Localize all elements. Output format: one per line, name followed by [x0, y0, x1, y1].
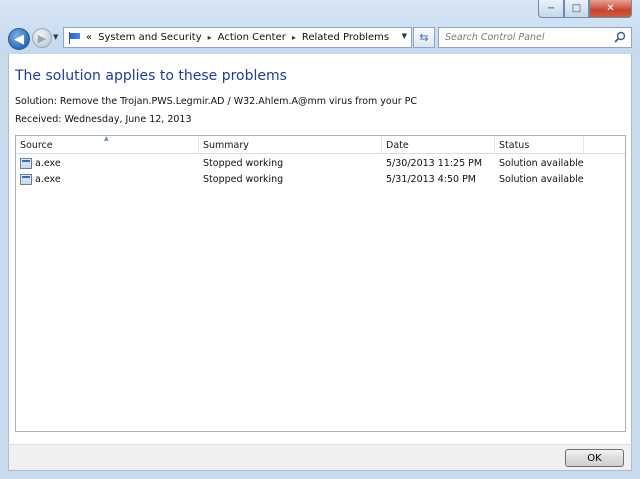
column-header-summary[interactable]: Summary: [199, 136, 382, 154]
source-text: a.exe: [35, 173, 61, 185]
solution-text: Solution: Remove the Trojan.PWS.Legmir.A…: [15, 96, 418, 107]
page-title: The solution applies to these problems: [15, 68, 287, 84]
problems-list[interactable]: ▲ Source Summary Date Status a.exe Stopp…: [15, 135, 626, 432]
breadcrumb-separator-icon[interactable]: ▸: [292, 33, 296, 42]
table-row[interactable]: a.exe Stopped working 5/31/2013 4:50 PM …: [16, 171, 625, 187]
search-icon[interactable]: [614, 31, 626, 43]
status-cell: Solution available: [499, 173, 584, 185]
received-date: Received: Wednesday, June 12, 2013: [15, 114, 192, 125]
recent-pages-dropdown-icon[interactable]: ▼: [53, 33, 58, 41]
application-icon: [20, 173, 32, 185]
dialog-footer: OK: [8, 444, 632, 471]
breadcrumb-related-problems[interactable]: Related Problems: [302, 32, 389, 43]
refresh-button[interactable]: ⇆: [413, 27, 435, 48]
minimize-button[interactable]: −: [538, 0, 564, 18]
search-box[interactable]: [438, 27, 632, 48]
action-center-flag-icon: [68, 31, 82, 44]
source-text: a.exe: [35, 157, 61, 169]
column-label: Summary: [203, 139, 249, 151]
back-button[interactable]: ◀: [8, 28, 30, 50]
column-header-status[interactable]: Status: [495, 136, 584, 154]
search-input[interactable]: [445, 32, 610, 43]
table-row[interactable]: a.exe Stopped working 5/30/2013 11:25 PM…: [16, 155, 625, 171]
status-cell: Solution available: [499, 157, 584, 169]
ok-button[interactable]: OK: [565, 449, 624, 467]
window-controls: − □ ✕: [538, 0, 632, 18]
list-header: ▲ Source Summary Date Status: [16, 135, 625, 154]
column-label: Status: [499, 139, 530, 151]
application-icon: [20, 157, 32, 169]
address-dropdown-icon[interactable]: ▼: [402, 32, 407, 40]
summary-cell: Stopped working: [203, 157, 284, 169]
source-cell: a.exe: [16, 171, 199, 187]
summary-cell: Stopped working: [203, 173, 284, 185]
maximize-button[interactable]: □: [564, 0, 589, 18]
breadcrumb-overflow[interactable]: «: [86, 32, 92, 43]
breadcrumb-system-and-security[interactable]: System and Security: [98, 32, 202, 43]
column-header-source[interactable]: ▲ Source: [16, 135, 199, 154]
date-cell: 5/31/2013 4:50 PM: [386, 173, 477, 185]
source-cell: a.exe: [16, 155, 199, 171]
column-label: Date: [386, 139, 409, 151]
content-pane: The solution applies to these problems S…: [8, 54, 632, 444]
breadcrumb-action-center[interactable]: Action Center: [218, 32, 286, 43]
column-header-date[interactable]: Date: [382, 136, 495, 154]
sort-ascending-icon: ▲: [104, 135, 109, 142]
date-cell: 5/30/2013 11:25 PM: [386, 157, 483, 169]
column-label: Source: [20, 139, 53, 151]
address-bar[interactable]: « System and Security ▸ Action Center ▸ …: [63, 27, 412, 48]
close-button[interactable]: ✕: [589, 0, 632, 18]
breadcrumb-separator-icon[interactable]: ▸: [208, 33, 212, 42]
forward-button[interactable]: ▶: [32, 28, 52, 48]
